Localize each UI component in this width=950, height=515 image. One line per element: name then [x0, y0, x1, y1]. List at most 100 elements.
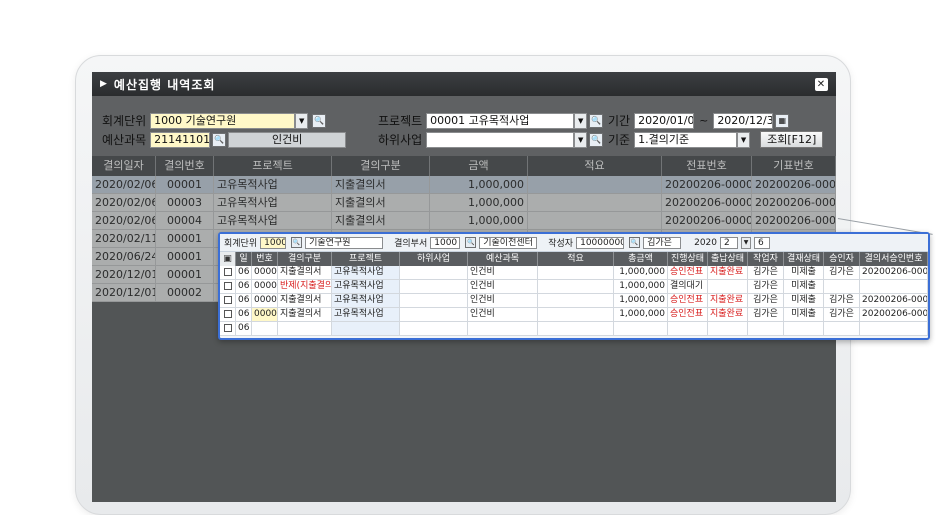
row-checkbox[interactable] — [220, 322, 236, 335]
popup-month-select[interactable]: 2 — [720, 236, 738, 249]
basis-label: 기준 — [608, 133, 631, 147]
popup-table-header: ▣ 일 번호 결의구분 프로젝트 하위사업 예산과목 적요 총금액 진행상태 출… — [220, 252, 928, 266]
column-header[interactable]: 프로젝트 — [332, 252, 400, 266]
column-header[interactable]: 프로젝트 — [214, 156, 332, 176]
column-header[interactable]: 결의구분 — [278, 252, 332, 266]
unit-input[interactable]: 1000 기술연구원 — [150, 112, 296, 129]
search-button[interactable]: 조회[F12] — [760, 131, 824, 148]
row-checkbox[interactable] — [220, 294, 236, 307]
column-header[interactable]: 금액 — [430, 156, 528, 176]
sub-project-select[interactable] — [426, 131, 575, 148]
table-cell: 20200206-00002 — [662, 194, 752, 211]
column-header[interactable]: 결의구분 — [332, 156, 430, 176]
table-cell: 1,000,000 — [614, 266, 668, 279]
table-cell: 미제출 — [784, 294, 824, 307]
column-header[interactable]: 적요 — [528, 156, 662, 176]
column-header[interactable]: 하위사업 — [400, 252, 468, 266]
table-cell: 00001 — [254, 266, 278, 279]
account-code-input[interactable]: 2114110100 — [150, 131, 211, 148]
basis-select[interactable]: 1.결의기준 — [634, 131, 738, 148]
column-header[interactable]: 출납상태 — [708, 252, 748, 266]
search-icon[interactable]: 🔍 — [629, 237, 641, 248]
table-cell: 승인전표 — [668, 308, 708, 321]
row-checkbox[interactable] — [220, 266, 236, 279]
table-cell — [860, 280, 928, 293]
table-cell: 2020/06/24 — [92, 248, 156, 265]
search-icon[interactable]: 🔍 — [589, 113, 604, 128]
table-cell: 20200206-00002 — [752, 194, 836, 211]
table-cell: 김가은 — [824, 266, 860, 279]
table-row[interactable]: 2020/02/06 00003 고유목적사업 지출결의서 1,000,000 20200… — [92, 194, 836, 212]
popup-unit-code[interactable]: 1000 — [260, 236, 287, 249]
table-row[interactable]: 2020/02/06 00004 고유목적사업 지출결의서 1,000,000 20200… — [92, 212, 836, 230]
column-header[interactable]: 적요 — [538, 252, 614, 266]
row-checkbox[interactable] — [220, 308, 236, 321]
table-cell: 1,000,000 — [614, 294, 668, 307]
table-cell: 00001 — [156, 266, 214, 283]
table-cell: 2020/02/11 — [92, 230, 156, 247]
column-header[interactable]: 결의번호 — [156, 156, 214, 176]
table-cell: 20200206-00003 — [752, 212, 836, 229]
project-select[interactable]: 00001 고유목적사업 — [426, 112, 575, 129]
table-cell: 2020/02/06 — [92, 212, 156, 229]
table-cell: 00001 — [156, 176, 214, 193]
period-to-input[interactable]: 2020/12/31 — [713, 112, 774, 129]
column-header[interactable]: 전표번호 — [662, 156, 752, 176]
search-icon[interactable]: 🔍 — [312, 113, 327, 128]
column-header[interactable]: 총금액 — [614, 252, 668, 266]
close-icon[interactable]: ✕ — [815, 77, 828, 91]
chevron-down-icon[interactable]: ▼ — [574, 131, 588, 148]
table-cell: 2020/12/01 — [92, 284, 156, 301]
popup-day-field[interactable]: 6 — [754, 236, 770, 249]
chevron-down-icon[interactable]: ▼ — [574, 112, 588, 129]
column-header[interactable]: 일 — [236, 252, 252, 266]
search-icon[interactable]: 🔍 — [589, 132, 604, 147]
column-header[interactable]: 진행상태 — [668, 252, 708, 266]
table-cell: 인건비 — [468, 308, 538, 321]
popup-dept-code[interactable]: 1000 — [430, 236, 461, 249]
column-header[interactable]: 결재상태 — [784, 252, 824, 266]
table-cell — [538, 266, 614, 279]
table-cell: 고유목적사업 — [214, 212, 332, 229]
column-header[interactable]: 기표번호 — [752, 156, 836, 176]
column-header[interactable]: 결의일자 — [92, 156, 156, 176]
search-icon[interactable]: 🔍 — [291, 237, 303, 248]
table-cell — [400, 322, 468, 335]
chevron-down-icon[interactable]: ▼ — [737, 131, 751, 148]
table-cell: 인건비 — [468, 280, 538, 293]
table-cell: 00003 — [156, 194, 214, 211]
table-cell: 06 — [236, 308, 252, 321]
popup-unit-label: 회계단위 — [224, 239, 258, 249]
table-row[interactable]: 0600002반제(지출결의고유목적사업 인건비 1,000,000결의대기 김가은미… — [220, 280, 928, 294]
table-cell — [400, 280, 468, 293]
table-cell: 지출완료 — [708, 266, 748, 279]
search-icon[interactable]: 🔍 — [465, 237, 477, 248]
table-row[interactable]: 06 — [220, 322, 928, 336]
settings-icon[interactable]: ▣ — [220, 252, 236, 266]
row-checkbox[interactable] — [220, 280, 236, 293]
table-cell: 김가은 — [748, 280, 784, 293]
calendar-icon[interactable]: ▦ — [775, 113, 790, 128]
table-cell — [528, 212, 662, 229]
chevron-down-icon[interactable]: ▼ — [295, 112, 309, 129]
column-header[interactable]: 작업자 — [748, 252, 784, 266]
table-cell: 20200206-00002 — [862, 294, 928, 307]
column-header[interactable]: 번호 — [252, 252, 278, 266]
table-row[interactable]: 0600004지출결의서고유목적사업인건비1,000,000승인전표지출완료김가… — [220, 308, 928, 322]
column-header[interactable]: 결의서승인번호 — [860, 252, 928, 266]
period-from-input[interactable]: 2020/01/01 — [634, 112, 695, 129]
table-row[interactable]: 0600001지출결의서고유목적사업인건비1,000,000승인전표지출완료김가… — [220, 266, 928, 280]
column-header[interactable]: 승인자 — [824, 252, 860, 266]
chevron-down-icon[interactable]: ▼ — [741, 236, 751, 249]
table-row[interactable]: 2020/02/06 00001 고유목적사업 지출결의서 1,000,000 20200… — [92, 176, 836, 194]
table-cell — [332, 322, 400, 335]
table-cell — [824, 280, 860, 293]
table-cell: 고유목적사업 — [332, 308, 400, 321]
table-cell: 00001 — [156, 230, 214, 247]
table-cell — [708, 322, 748, 335]
search-icon[interactable]: 🔍 — [212, 132, 227, 147]
popup-writer-code[interactable]: 1000000000 — [576, 236, 625, 249]
table-cell — [252, 322, 278, 335]
column-header[interactable]: 예산과목 — [468, 252, 538, 266]
table-row[interactable]: 0600003지출결의서고유목적사업인건비1,000,000승인전표지출완료김가… — [220, 294, 928, 308]
